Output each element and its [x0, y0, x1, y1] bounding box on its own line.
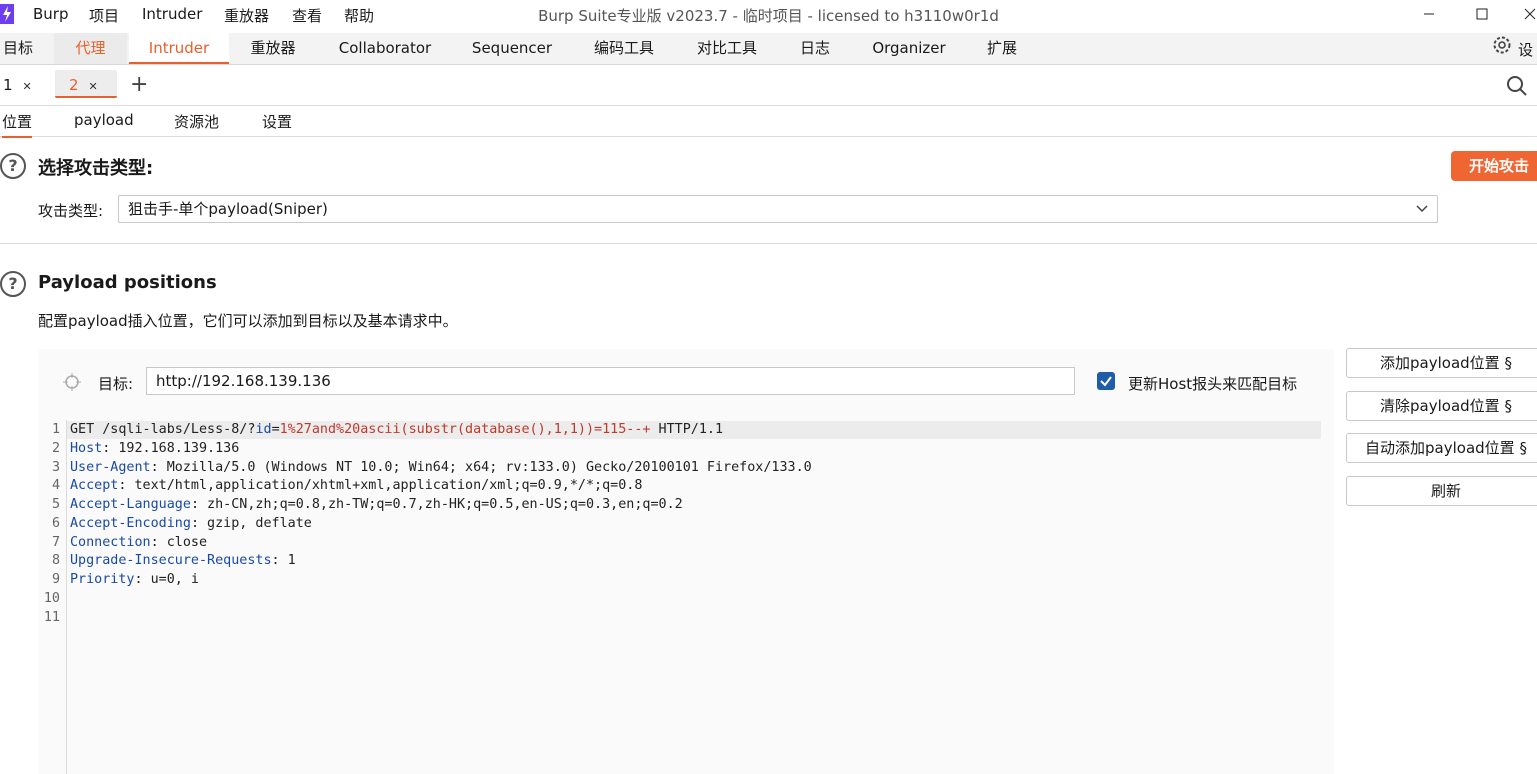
header-value: Mozilla/5.0 (Windows NT 10.0; Win64; x64… [158, 460, 812, 475]
tab-repeater[interactable]: 重放器 [242, 33, 304, 64]
start-attack-button[interactable]: 开始攻击 [1451, 151, 1537, 181]
header-value: 1 [279, 553, 296, 568]
divider [0, 243, 1537, 244]
section-tabs: 位置 payload 资源池 设置 [0, 106, 1537, 138]
attack-type-label: 攻击类型: [38, 202, 104, 220]
tab-organizer[interactable]: Organizer [866, 33, 952, 64]
header-line: Host: 192.168.139.136 [70, 441, 240, 456]
target-input[interactable]: http://192.168.139.136 [146, 367, 1075, 395]
help-icon[interactable]: ? [0, 271, 26, 297]
update-host-label: 更新Host报头来匹配目标 [1128, 375, 1298, 393]
settings-tab[interactable]: 设 [1490, 33, 1537, 64]
target-label: 目标: [98, 375, 134, 393]
gear-icon [1490, 33, 1514, 68]
header-line: User-Agent: Mozilla/5.0 (Windows NT 10.0… [70, 460, 812, 475]
line-number: 9 [51, 572, 60, 587]
attack-type-heading: 选择攻击类型: [38, 158, 154, 179]
header-name: Connection [70, 535, 151, 550]
line-number: 10 [43, 591, 60, 606]
tab-proxy[interactable]: 代理 [54, 33, 127, 64]
tab-settings[interactable]: 设置 [262, 111, 292, 132]
request-method-path: GET /sqli-labs/Less-8/? [70, 422, 256, 437]
close-window-icon[interactable] [1507, 0, 1537, 28]
line-number: 4 [51, 478, 60, 493]
request-editor[interactable]: 1 2 3 4 5 6 7 8 9 10 11 GET /sqli-labs/L… [38, 420, 1334, 774]
instance-tab-2[interactable]: 2 ✕ [55, 70, 117, 98]
line-number: 3 [51, 460, 60, 475]
header-name: Accept-Language [70, 497, 191, 512]
header-line: Accept: text/html,application/xhtml+xml,… [70, 478, 643, 493]
settings-label: 设 [1518, 41, 1534, 59]
add-payload-position-button[interactable]: 添加payload位置 § [1346, 348, 1537, 378]
header-name: Accept [70, 478, 119, 493]
search-icon[interactable] [1506, 75, 1528, 101]
tab-decoder[interactable]: 编码工具 [586, 33, 662, 64]
header-name: Priority [70, 572, 135, 587]
refresh-button[interactable]: 刷新 [1346, 476, 1537, 506]
header-line: Connection: close [70, 535, 208, 550]
header-name: Upgrade-Insecure-Requests [70, 553, 272, 568]
line-number: 2 [51, 441, 60, 456]
window-title: Burp Suite专业版 v2023.7 - 临时项目 - licensed … [538, 7, 999, 25]
auto-add-payload-positions-button[interactable]: 自动添加payload位置 § [1346, 433, 1537, 463]
line-number: 7 [51, 535, 60, 550]
attack-type-select[interactable]: 狙击手-单个payload(Sniper) [118, 195, 1438, 223]
chevron-down-icon [1415, 196, 1429, 230]
tab-payloads[interactable]: payload [74, 111, 134, 129]
main-tab-bar: 目标 代理 Intruder 重放器 Collaborator Sequence… [0, 33, 1537, 65]
update-host-checkbox[interactable] [1097, 372, 1115, 390]
header-line: Upgrade-Insecure-Requests: 1 [70, 553, 296, 568]
minimize-icon[interactable] [1406, 0, 1452, 28]
header-value: zh-CN,zh;q=0.8,zh-TW;q=0.7,zh-HK;q=0.5,e… [199, 497, 683, 512]
tab-collaborator[interactable]: Collaborator [330, 33, 440, 64]
tab-comparer[interactable]: 对比工具 [689, 33, 765, 64]
add-tab-icon[interactable]: + [130, 70, 148, 100]
intruder-instance-tabs: 1 ✕ 2 ✕ + [0, 65, 1537, 106]
instance-tab-1[interactable]: 1 ✕ [3, 70, 47, 100]
header-line: Accept-Language: zh-CN,zh;q=0.8,zh-TW;q=… [70, 497, 683, 512]
close-tab-icon[interactable]: ✕ [89, 80, 98, 93]
request-protocol: HTTP/1.1 [650, 422, 724, 437]
header-value: 192.168.139.136 [110, 441, 240, 456]
header-name: User-Agent [70, 460, 151, 475]
line-number: 1 [51, 422, 60, 437]
tab-sequencer[interactable]: Sequencer [466, 33, 558, 64]
request-payload: 1%27and%20ascii(substr(database(),1,1))=… [279, 422, 651, 437]
header-value: text/html,application/xhtml+xml,applicat… [126, 478, 643, 493]
help-icon[interactable]: ? [0, 153, 26, 179]
tab-resource-pool[interactable]: 资源池 [174, 111, 219, 132]
header-name: Accept-Encoding [70, 516, 191, 531]
header-line: Priority: u=0, i [70, 572, 199, 587]
line-number: 8 [51, 553, 60, 568]
header-name: Host [70, 441, 103, 456]
attack-type-value: 狙击手-单个payload(Sniper) [128, 200, 328, 218]
header-value: gzip, deflate [199, 516, 312, 531]
crosshair-icon [63, 373, 81, 395]
request-line: GET /sqli-labs/Less-8/?id=1%27and%20asci… [70, 422, 723, 437]
tab-target[interactable]: 目标 [0, 33, 36, 64]
header-line: Accept-Encoding: gzip, deflate [70, 516, 312, 531]
tab-positions[interactable]: 位置 [2, 111, 33, 138]
instance-tab-label: 2 [69, 76, 79, 94]
header-value: u=0, i [142, 572, 199, 587]
header-value: close [158, 535, 208, 550]
clear-payload-positions-button[interactable]: 清除payload位置 § [1346, 391, 1537, 421]
payload-positions-heading: Payload positions [38, 272, 217, 293]
payload-positions-description: 配置payload插入位置，它们可以添加到目标以及基本请求中。 [38, 312, 458, 330]
line-number: 11 [43, 610, 60, 625]
tab-logger[interactable]: 日志 [794, 33, 836, 64]
line-number: 5 [51, 497, 60, 512]
tab-intruder[interactable]: Intruder [129, 33, 229, 64]
maximize-icon[interactable] [1459, 0, 1505, 28]
line-number: 6 [51, 516, 60, 531]
tab-extensions[interactable]: 扩展 [981, 33, 1023, 64]
instance-tab-label: 1 [3, 76, 13, 94]
request-param: id [255, 422, 272, 437]
request-eq: = [271, 422, 280, 437]
close-tab-icon[interactable]: ✕ [23, 80, 32, 93]
